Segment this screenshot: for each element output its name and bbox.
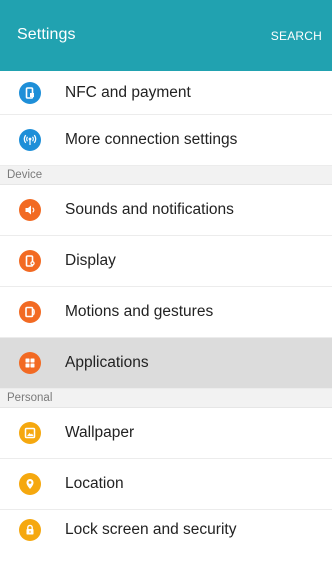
settings-item-location[interactable]: Location <box>0 459 332 510</box>
speaker-icon <box>19 199 41 221</box>
apps-grid-icon <box>19 352 41 374</box>
section-header-personal: Personal <box>0 389 332 408</box>
display-icon <box>19 250 41 272</box>
settings-item-applications[interactable]: Applications <box>0 338 332 389</box>
motion-icon <box>19 301 41 323</box>
section-header-device: Device <box>0 166 332 185</box>
settings-list: NFC and payment More connection settings… <box>0 71 332 550</box>
settings-item-label: NFC and payment <box>65 83 191 101</box>
location-pin-icon <box>19 473 41 495</box>
nfc-icon <box>19 81 41 104</box>
app-bar: Settings SEARCH <box>0 0 332 71</box>
settings-item-label: Lock screen and security <box>65 521 237 538</box>
settings-item-motions-and-gestures[interactable]: Motions and gestures <box>0 287 332 338</box>
settings-item-display[interactable]: Display <box>0 236 332 287</box>
page-title: Settings <box>17 26 76 43</box>
settings-item-sounds-and-notifications[interactable]: Sounds and notifications <box>0 185 332 236</box>
search-button[interactable]: SEARCH <box>271 29 322 43</box>
settings-item-lock-screen-and-security[interactable]: Lock screen and security <box>0 510 332 550</box>
settings-item-nfc-and-payment[interactable]: NFC and payment <box>0 71 332 115</box>
settings-item-label: Applications <box>65 354 149 371</box>
wireless-icon <box>19 129 41 151</box>
settings-item-label: Sounds and notifications <box>65 201 234 218</box>
settings-item-label: Motions and gestures <box>65 303 214 320</box>
settings-item-label: More connection settings <box>65 131 238 148</box>
wallpaper-icon <box>19 422 41 444</box>
settings-item-label: Display <box>65 252 116 269</box>
settings-item-wallpaper[interactable]: Wallpaper <box>0 408 332 459</box>
settings-item-label: Wallpaper <box>65 424 135 441</box>
settings-item-more-connection-settings[interactable]: More connection settings <box>0 115 332 166</box>
lock-icon <box>19 519 41 541</box>
settings-screen: Settings SEARCH NFC and payment More con… <box>0 0 332 561</box>
settings-item-label: Location <box>65 475 124 492</box>
